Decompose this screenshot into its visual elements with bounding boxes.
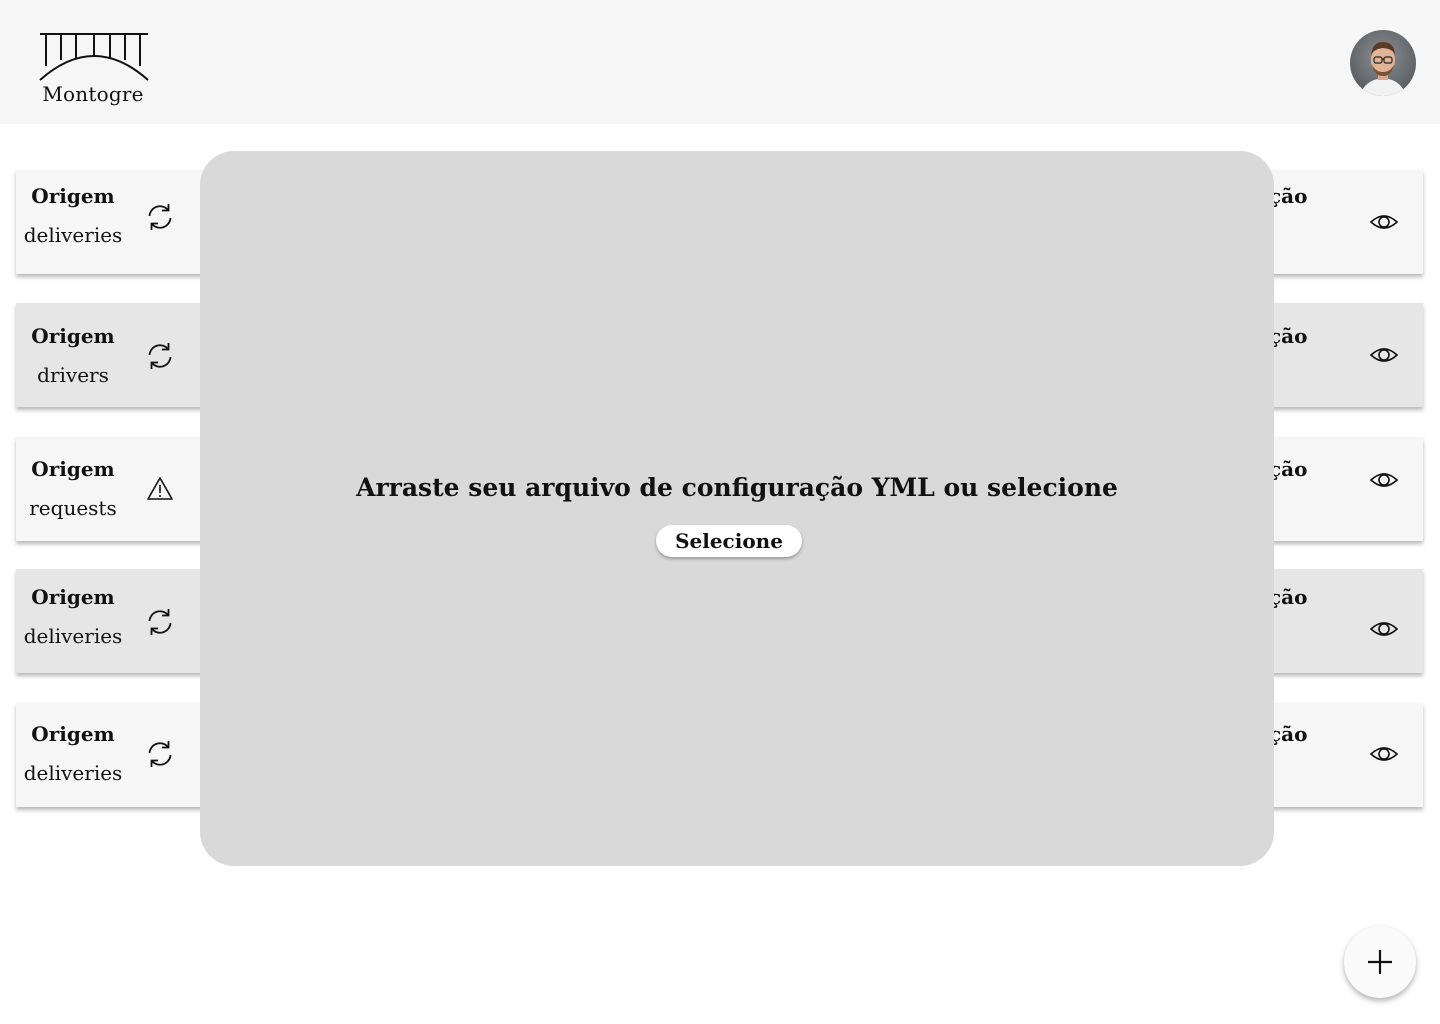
plus-icon <box>1368 950 1392 974</box>
origin-value: drivers <box>37 363 109 387</box>
refresh-icon[interactable] <box>144 201 176 233</box>
refresh-icon[interactable] <box>144 340 176 372</box>
eye-icon[interactable] <box>1368 206 1400 238</box>
upload-dropzone-modal[interactable]: Arraste seu arquivo de configuração YML … <box>200 151 1274 866</box>
add-button[interactable] <box>1344 926 1416 998</box>
eye-icon[interactable] <box>1368 613 1400 645</box>
origin-value: deliveries <box>23 761 123 785</box>
refresh-icon[interactable] <box>144 738 176 770</box>
eye-icon[interactable] <box>1368 738 1400 770</box>
origin-label: Origem <box>31 184 115 208</box>
origin-label: Origem <box>31 457 115 481</box>
origin-label: Origem <box>31 324 115 348</box>
app-logo[interactable]: Montogre <box>36 30 150 110</box>
top-header: Montogre <box>0 0 1440 124</box>
origin-value: deliveries <box>23 223 123 247</box>
bridge-logo-icon <box>39 33 149 81</box>
origin-value: requests <box>29 496 117 520</box>
user-avatar[interactable] <box>1350 30 1416 96</box>
origin-label: Origem <box>31 722 115 746</box>
origin-value: deliveries <box>23 624 123 648</box>
dropzone-title: Arraste seu arquivo de configuração YML … <box>356 473 1118 502</box>
eye-icon[interactable] <box>1368 464 1400 496</box>
warning-icon <box>147 477 173 500</box>
eye-icon[interactable] <box>1368 339 1400 371</box>
select-file-button[interactable]: Selecione <box>656 525 802 557</box>
origin-label: Origem <box>31 585 115 609</box>
refresh-icon[interactable] <box>144 606 176 638</box>
logo-text: Montogre <box>42 82 144 106</box>
